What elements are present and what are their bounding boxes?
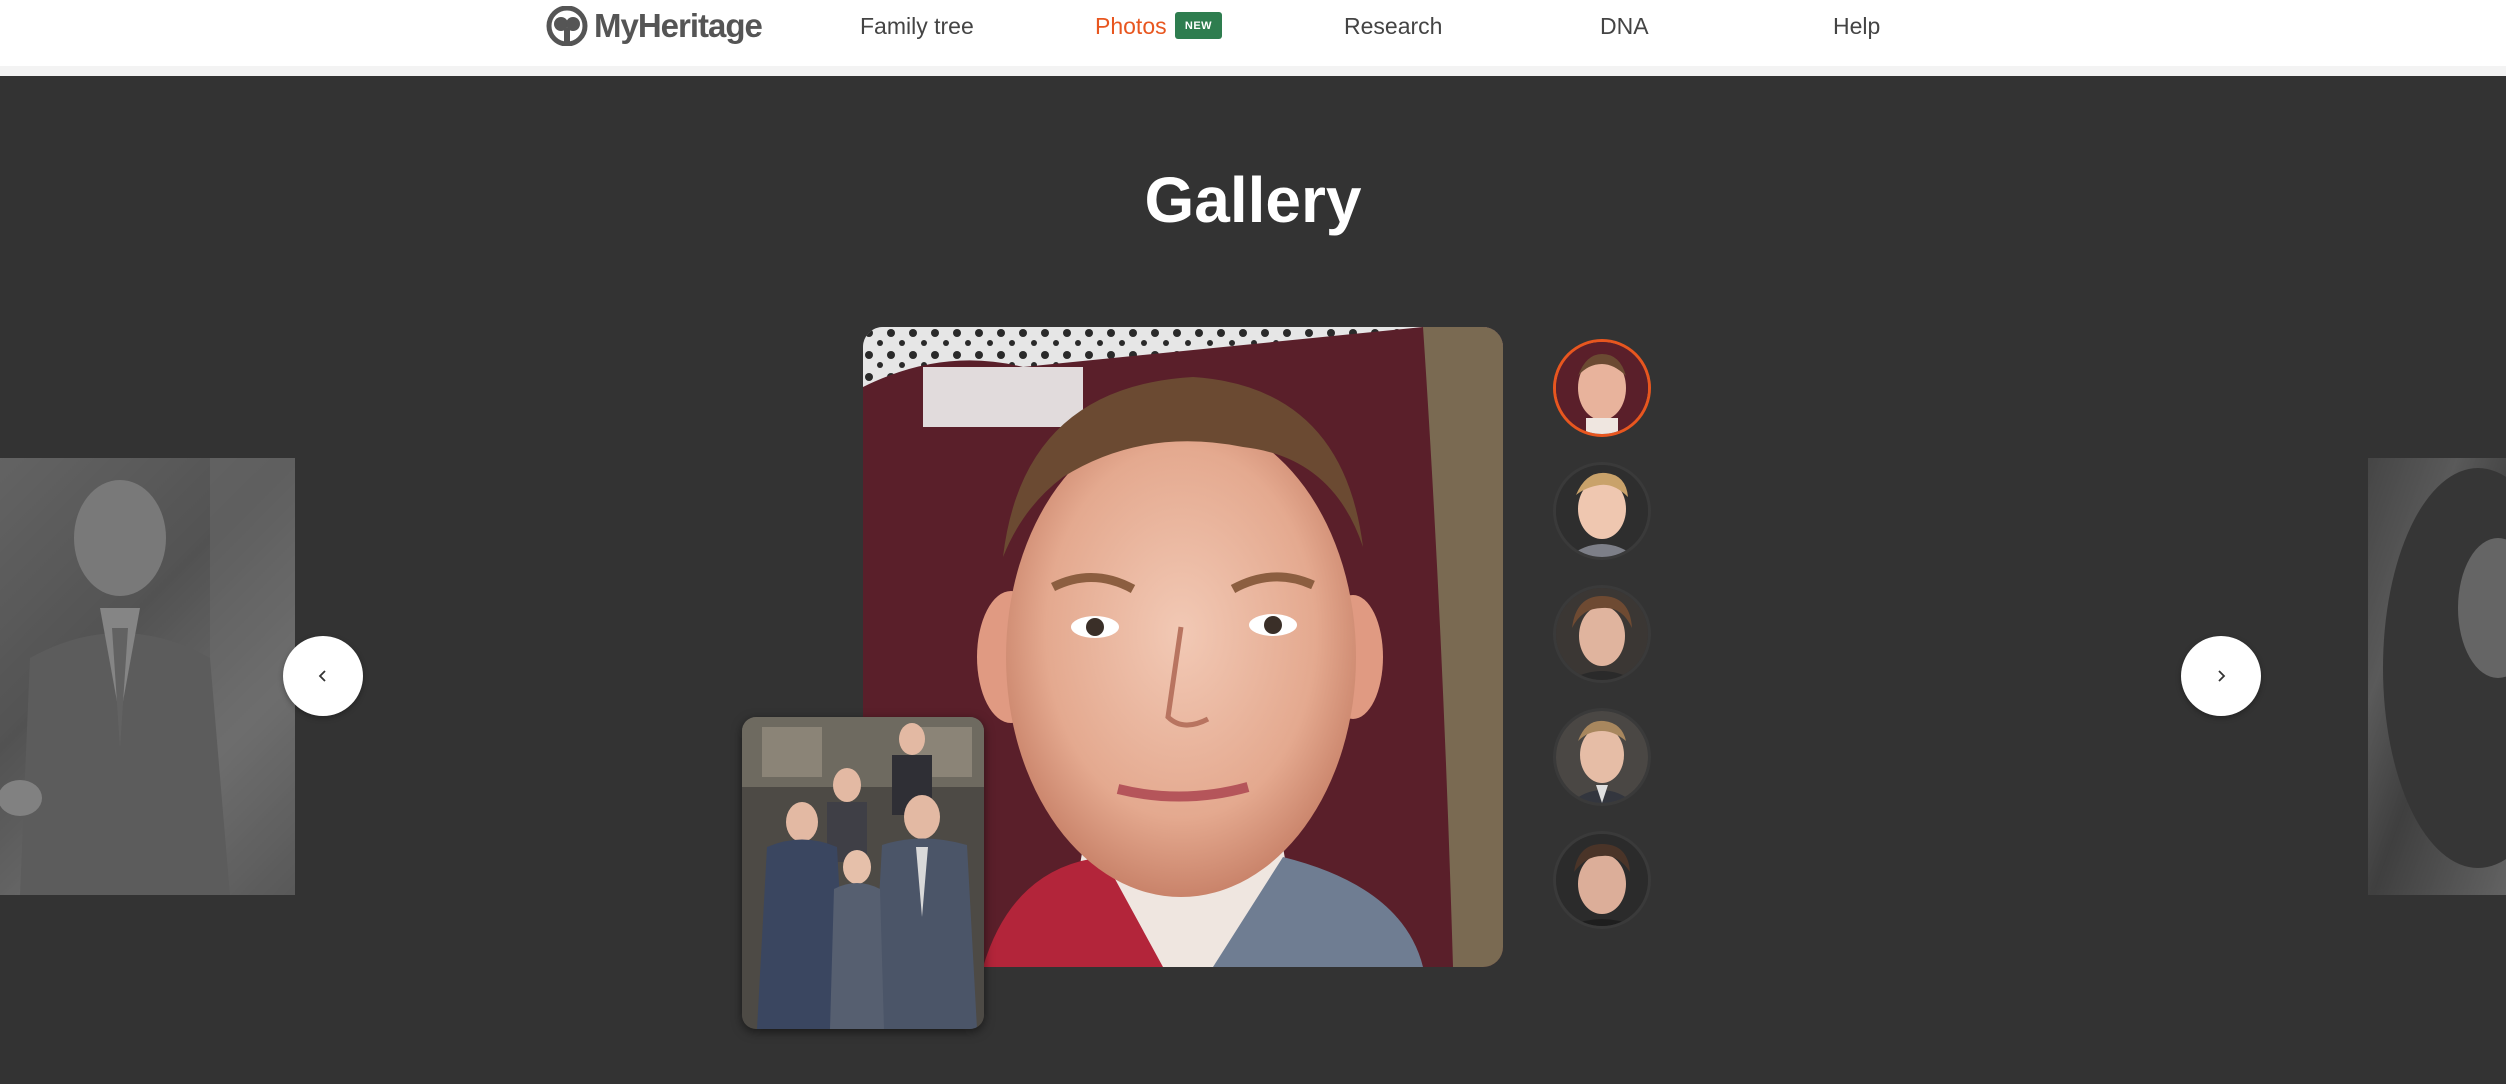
nav-dna[interactable]: DNA <box>1600 12 1649 40</box>
previous-slide-button[interactable] <box>283 636 363 716</box>
header-divider <box>0 66 2506 76</box>
previous-slide-photo[interactable] <box>0 458 295 895</box>
gallery-title: Gallery <box>1144 164 1362 236</box>
nav-help[interactable]: Help <box>1833 12 1880 40</box>
thumbnail-1[interactable] <box>1553 339 1651 437</box>
thumbnail-3[interactable] <box>1553 585 1651 683</box>
chevron-right-icon <box>2218 670 2226 682</box>
nav-research[interactable]: Research <box>1344 12 1442 40</box>
chevron-left-icon <box>318 670 326 682</box>
myheritage-logo-icon <box>546 6 588 46</box>
new-badge: NEW <box>1175 12 1222 39</box>
thumbnail-2[interactable] <box>1553 462 1651 560</box>
thumbnail-4[interactable] <box>1553 708 1651 806</box>
nav-family-tree[interactable]: Family tree <box>860 12 974 40</box>
original-family-photo <box>742 717 984 1029</box>
nav-photos[interactable]: Photos <box>1095 12 1167 40</box>
myheritage-logo[interactable]: MyHeritage <box>546 6 763 46</box>
top-nav-bar: MyHeritage Family tree Photos NEW Resear… <box>0 0 2506 66</box>
next-slide-photo[interactable] <box>2368 458 2506 895</box>
next-slide-button[interactable] <box>2181 636 2261 716</box>
thumbnail-5[interactable] <box>1553 831 1651 929</box>
logo-text: MyHeritage <box>594 7 763 44</box>
